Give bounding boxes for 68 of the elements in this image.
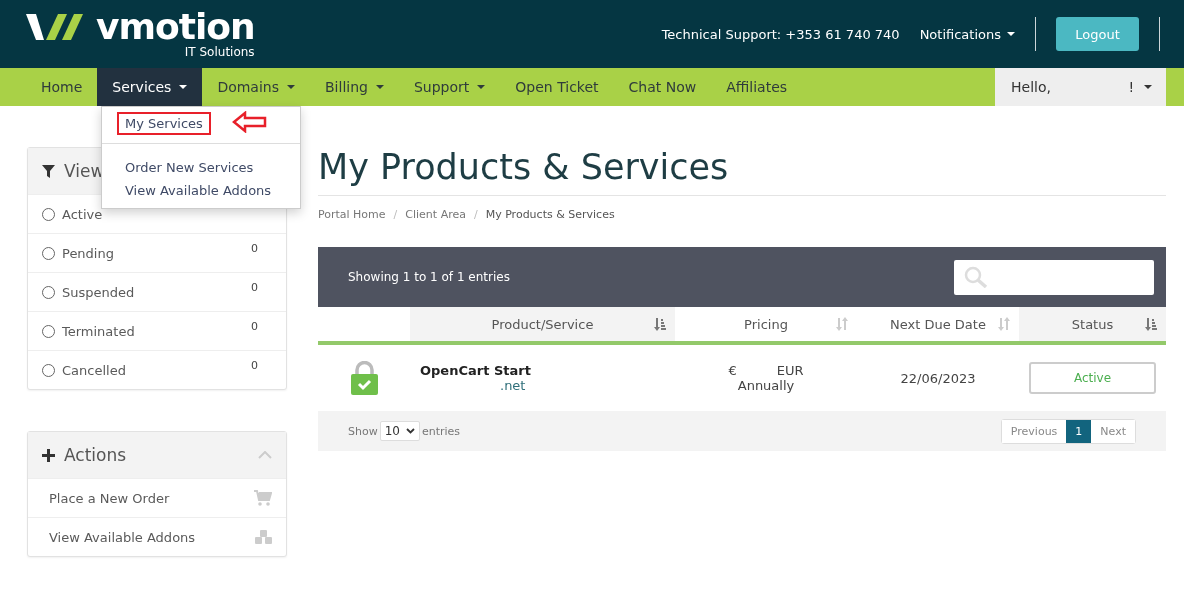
- radio-icon[interactable]: [42, 246, 55, 260]
- column-header[interactable]: Status: [1019, 307, 1166, 345]
- entries-info: Showing 1 to 1 of 1 entries: [348, 270, 510, 284]
- arrow-icon: [232, 111, 268, 133]
- menu-item[interactable]: Order New Services: [117, 156, 262, 179]
- filter-label: Cancelled: [62, 362, 126, 378]
- product-name: OpenCart Start: [419, 363, 532, 378]
- radio-icon[interactable]: [42, 285, 55, 299]
- search-icon: [964, 266, 988, 288]
- nav-item[interactable]: Domains: [202, 68, 310, 106]
- nav-item[interactable]: Billing: [310, 68, 399, 106]
- currency-symbol: €: [728, 363, 737, 378]
- action-link[interactable]: Place a New Order: [28, 478, 286, 517]
- filter-item[interactable]: Cancelled 0: [28, 350, 286, 389]
- nav-item[interactable]: Home: [26, 68, 98, 106]
- nav-item[interactable]: Open Ticket: [500, 68, 614, 106]
- filter-icon: [42, 164, 55, 178]
- sort-icon[interactable]: [653, 317, 667, 331]
- filter-label: Suspended: [62, 284, 135, 300]
- cubes-icon: [255, 529, 272, 545]
- nav-item[interactable]: Chat Now: [613, 68, 712, 106]
- filter-label: Terminated: [62, 323, 135, 339]
- support-phone: Technical Support: +353 61 740 740: [661, 26, 900, 42]
- plus-icon: [42, 448, 55, 462]
- sort-icon[interactable]: [1144, 317, 1158, 331]
- card-title: Actions: [64, 445, 127, 465]
- radio-icon[interactable]: [42, 207, 55, 221]
- breadcrumb-link[interactable]: Portal Home: [318, 208, 386, 221]
- breadcrumb-separator: /: [473, 208, 478, 221]
- count: 0: [251, 320, 258, 333]
- page-length-select[interactable]: 10: [379, 421, 420, 441]
- nav-item[interactable]: Affiliates: [711, 68, 803, 106]
- filter-label: Pending: [62, 245, 114, 261]
- radio-icon[interactable]: [42, 363, 55, 377]
- page-button[interactable]: 1: [1066, 419, 1092, 443]
- brand-tagline: IT Solutions: [184, 44, 255, 59]
- status-label: Active: [1029, 362, 1156, 394]
- breadcrumb-link[interactable]: Client Area: [405, 208, 466, 221]
- entries-label: entries: [421, 424, 461, 438]
- filter-item[interactable]: Terminated 0: [28, 311, 286, 350]
- cart-icon: [254, 490, 272, 506]
- billing-cycle: Annually: [737, 378, 795, 393]
- menu-item[interactable]: My Services: [117, 112, 211, 135]
- padlock-icon: [350, 361, 378, 395]
- column-header[interactable]: Product/Service: [410, 307, 675, 345]
- filter-item[interactable]: Active: [28, 194, 286, 233]
- breadcrumb-separator: /: [393, 208, 398, 221]
- due-date: 22/06/2023: [900, 370, 976, 386]
- domain-link[interactable]: .net: [410, 378, 675, 393]
- count: 0: [251, 242, 258, 255]
- action-link[interactable]: View Available Addons: [28, 517, 286, 556]
- filter-label: Active: [62, 206, 103, 222]
- breadcrumb-link[interactable]: My Products & Services: [485, 208, 615, 221]
- currency-code: EUR: [776, 363, 804, 378]
- count: 0: [251, 359, 258, 372]
- radio-icon[interactable]: [42, 324, 55, 338]
- filter-item[interactable]: Suspended 0: [28, 272, 286, 311]
- show-label: Show: [348, 424, 378, 438]
- count: 0: [251, 281, 258, 294]
- nav-item[interactable]: Services: [97, 68, 203, 106]
- chevron-down-icon: [405, 428, 415, 434]
- search-field[interactable]: [954, 259, 1154, 295]
- nav-item[interactable]: Support: [398, 68, 501, 106]
- notifications-link[interactable]: Notifications: [919, 26, 1015, 42]
- filter-item[interactable]: Pending 0: [28, 233, 286, 272]
- brand-name: vmotion: [96, 9, 255, 44]
- user-menu[interactable]: Hello, !: [995, 68, 1166, 106]
- page-title: My Products & Services: [318, 147, 1166, 196]
